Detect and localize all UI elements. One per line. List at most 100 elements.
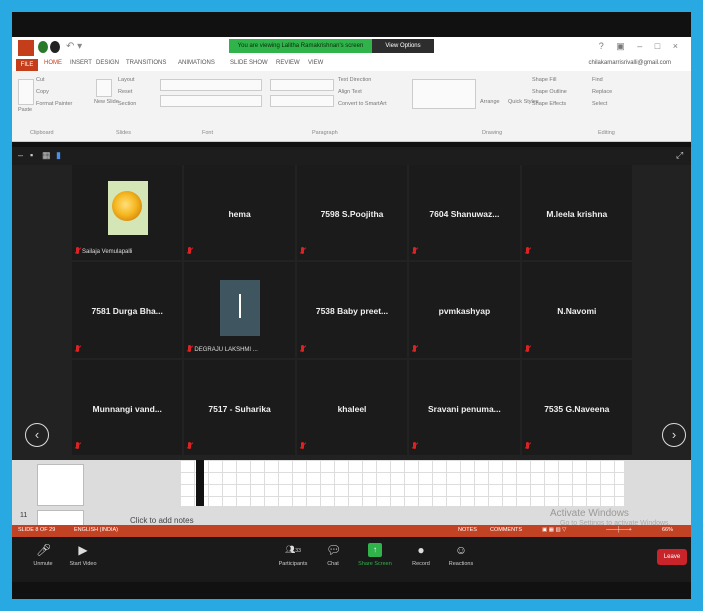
participant-tile[interactable]: 7604 Shanuwaz... xyxy=(409,165,520,261)
arrange-button[interactable]: Arrange xyxy=(480,99,500,105)
participant-tile[interactable]: DEGRAJU LAKSHMI ... xyxy=(184,262,295,358)
new-slide-icon[interactable] xyxy=(96,79,112,97)
participant-count: 33 xyxy=(295,548,301,554)
muted-microphone-icon xyxy=(187,442,192,450)
start-video-button[interactable]: ▶ Start Video xyxy=(58,543,108,567)
participant-name: M.leela krishna xyxy=(546,208,608,219)
shape-outline-button[interactable]: Shape Outline xyxy=(532,89,567,95)
format-painter-button[interactable]: Format Painter xyxy=(36,101,72,107)
tab-animations[interactable]: ANIMATIONS xyxy=(178,60,215,66)
next-page-button[interactable]: › xyxy=(662,423,686,447)
tab-home[interactable]: HOME xyxy=(44,60,62,66)
find-button[interactable]: Find xyxy=(592,77,603,83)
participant-tile[interactable]: 7517 - Suharika xyxy=(184,359,295,455)
activate-windows-title: Activate Windows xyxy=(550,508,629,519)
muted-microphone-icon xyxy=(300,442,305,450)
convert-smartart-button[interactable]: Convert to SmartArt xyxy=(338,101,387,107)
screen-frame: ↶ ▾ You are viewing Lalitha Ramakrishnan… xyxy=(12,12,691,599)
reset-button[interactable]: Reset xyxy=(118,89,132,95)
participant-tile[interactable]: M.leela krishna xyxy=(521,165,632,261)
paste-icon[interactable] xyxy=(18,79,34,105)
tab-slide-show[interactable]: SLIDE SHOW xyxy=(230,60,268,66)
participant-tile[interactable]: pvmkashyap xyxy=(409,262,520,358)
align-text-button[interactable]: Align Text xyxy=(338,89,362,95)
alignment-buttons[interactable] xyxy=(270,95,334,107)
tab-view[interactable]: VIEW xyxy=(308,60,323,66)
chat-icon: 💬︎ xyxy=(326,543,342,557)
window-controls[interactable]: ? ▣ – □ × xyxy=(599,41,683,52)
participant-tile[interactable]: Sravani penuma... xyxy=(409,359,520,455)
slide-info: SLIDE 8 OF 29 xyxy=(18,527,56,533)
language-indicator[interactable]: ENGLISH (INDIA) xyxy=(74,527,118,533)
participant-grid: Sailaja Vemulapalli hema 7598 S.Poojitha 76… xyxy=(72,165,632,455)
gallery-view: – ▪ ▦ ▮ ⤢ Sailaja Vemulapalli hema 7598 S.… xyxy=(12,147,691,460)
tab-design[interactable]: DESIGN xyxy=(96,60,119,66)
meeting-toolbar: 🎤︎ Unmute ▶ Start Video 👥︎33 Participant… xyxy=(12,537,691,582)
quick-access-icon[interactable] xyxy=(38,41,48,53)
participant-tile[interactable]: hema xyxy=(184,165,295,261)
exit-fullscreen-icon[interactable]: ▮ xyxy=(56,150,61,161)
participant-name: Munnangi vand... xyxy=(92,403,162,414)
participant-name: 7581 Durga Bha... xyxy=(91,306,163,317)
reactions-button[interactable]: ☺ Reactions xyxy=(436,543,486,567)
paste-button[interactable]: Paste xyxy=(18,107,32,113)
participant-tile[interactable]: 7598 S.Poojitha xyxy=(296,165,408,261)
participant-name: 7535 G.Naveena xyxy=(544,403,610,414)
select-button[interactable]: Select xyxy=(592,101,607,107)
group-editing: Editing xyxy=(598,130,615,136)
gallery-view-icon[interactable]: ▦ xyxy=(42,150,51,161)
speaker-view-icon[interactable]: ▪ xyxy=(30,150,33,160)
text-direction-button[interactable]: Text Direction xyxy=(338,77,371,83)
participant-tile[interactable]: Munnangi vand... xyxy=(72,359,183,455)
shape-fill-button[interactable]: Shape Fill xyxy=(532,77,556,83)
comments-toggle[interactable]: COMMENTS xyxy=(490,527,522,533)
leave-button[interactable]: Leave xyxy=(657,549,687,565)
minimize-icon[interactable]: – xyxy=(18,150,23,160)
participant-name: DEGRAJU LAKSHMI ... xyxy=(194,346,258,353)
group-clipboard: Clipboard xyxy=(30,130,54,136)
powerpoint-logo-icon xyxy=(18,40,34,56)
participant-name: 7538 Baby preet... xyxy=(315,306,389,317)
muted-microphone-icon xyxy=(187,344,192,353)
font-name-select[interactable] xyxy=(160,79,262,91)
view-options-button[interactable]: View Options xyxy=(372,39,434,53)
participant-tile[interactable]: N.Navomi xyxy=(521,262,632,358)
copy-button[interactable]: Copy xyxy=(36,89,49,95)
participant-tile[interactable]: 7535 G.Naveena xyxy=(521,359,632,455)
cut-button[interactable]: Cut xyxy=(36,77,45,83)
participant-tile[interactable]: 7538 Baby preet... xyxy=(296,262,408,358)
share-screen-button[interactable]: ↑ Share Screen xyxy=(350,543,400,567)
customize-quick-access-icon[interactable]: ↶ ▾ xyxy=(66,41,82,52)
tab-transitions[interactable]: TRANSITIONS xyxy=(126,60,166,66)
group-drawing: Drawing xyxy=(482,130,503,136)
account-email[interactable]: chilakamarrisrivalli@gmail.com xyxy=(589,60,671,66)
participant-tile[interactable]: Sailaja Vemulapalli xyxy=(72,165,183,261)
tab-review[interactable]: REVIEW xyxy=(276,60,300,66)
replace-button[interactable]: Replace xyxy=(592,89,612,95)
shape-effects-button[interactable]: Shape Effects xyxy=(532,101,566,107)
tab-file[interactable]: FILE xyxy=(16,59,38,71)
section-button[interactable]: Section xyxy=(118,101,136,107)
tab-insert[interactable]: INSERT xyxy=(70,60,92,66)
zoom-slider[interactable]: –──┼──+ xyxy=(606,527,632,533)
ribbon: Paste Cut Copy Format Painter Clipboard … xyxy=(12,71,691,142)
new-slide-button[interactable]: New Slide xyxy=(94,99,119,105)
zoom-level[interactable]: 66% xyxy=(662,527,673,533)
list-buttons[interactable] xyxy=(270,79,334,91)
previous-page-button[interactable]: ‹ xyxy=(25,423,49,447)
shapes-gallery[interactable] xyxy=(412,79,476,109)
font-format-buttons[interactable] xyxy=(160,95,262,107)
fullscreen-icon[interactable]: ⤢ xyxy=(676,150,683,161)
notes-toggle[interactable]: NOTES xyxy=(458,527,477,533)
participant-name: Sravani penuma... xyxy=(428,403,501,414)
participant-tile[interactable]: 7581 Durga Bha... xyxy=(72,262,183,358)
group-slides: Slides xyxy=(116,130,131,136)
slide-canvas[interactable] xyxy=(180,460,624,506)
participant-name: hema xyxy=(228,208,251,219)
slide-thumbnail[interactable] xyxy=(37,464,84,506)
layout-button[interactable]: Layout xyxy=(118,77,135,83)
notes-placeholder[interactable]: Click to add notes xyxy=(130,516,194,525)
participant-tile[interactable]: khaleel xyxy=(296,359,408,455)
quick-access-icon[interactable] xyxy=(50,41,60,53)
view-buttons[interactable]: ▣ ▦ ▥ ▽ xyxy=(542,527,566,533)
